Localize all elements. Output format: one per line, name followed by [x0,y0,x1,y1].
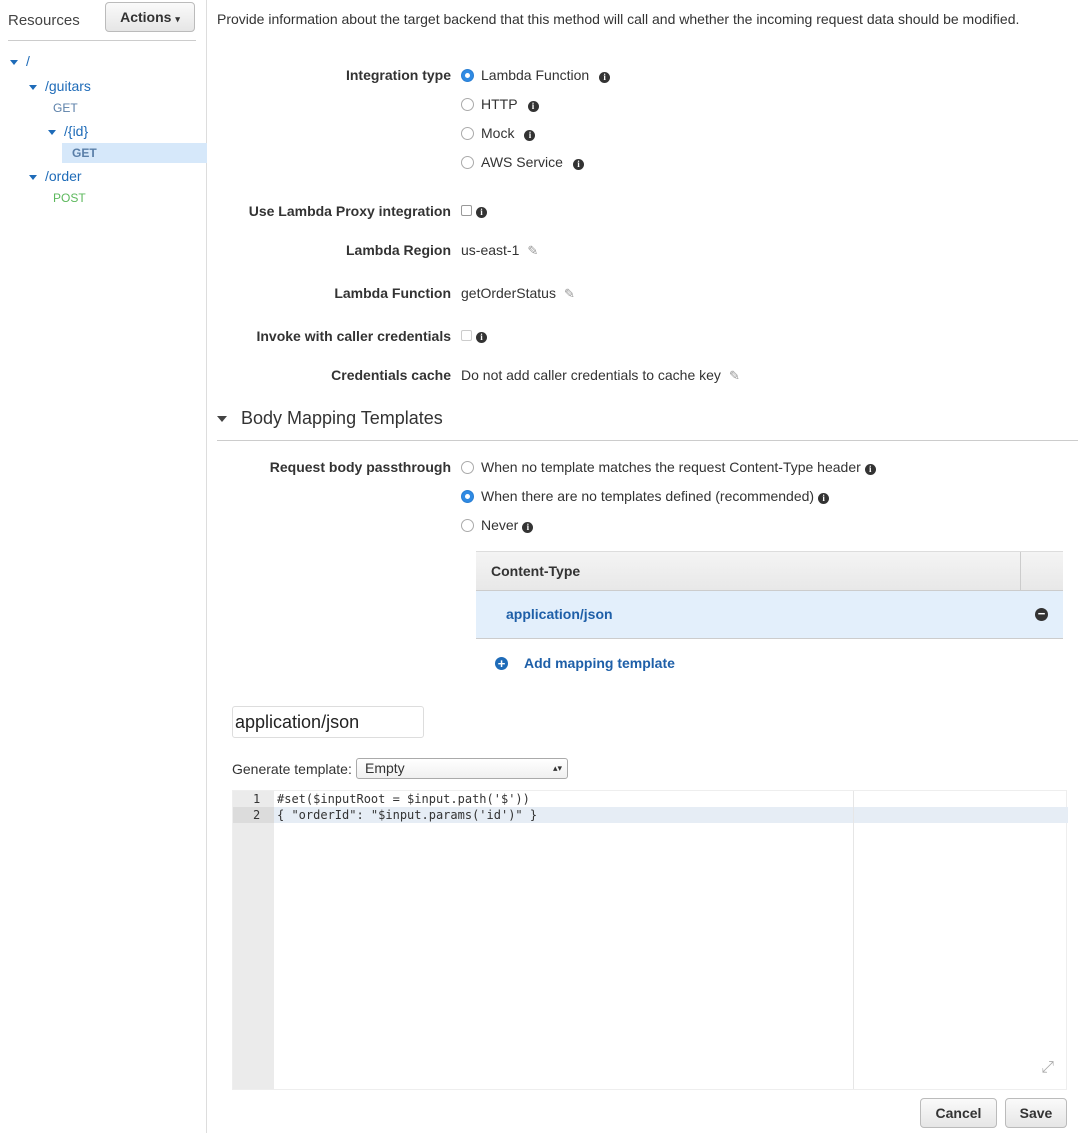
info-icon[interactable]: i [572,159,584,170]
expand-icon[interactable] [29,174,37,180]
expand-editor-icon[interactable]: ⤢ [1041,1059,1054,1077]
expand-icon[interactable] [29,84,37,90]
collapse-icon[interactable] [217,416,227,423]
creds-cache-value[interactable]: Do not add caller credentials to cache k… [461,367,740,384]
expand-icon[interactable] [48,129,56,135]
radio-icon[interactable] [461,156,474,169]
radio-selected-icon[interactable] [461,69,474,82]
info-icon[interactable]: i [522,522,534,533]
code-line: { "orderId": "$input.params('id')" } [277,808,538,822]
proxy-label: Use Lambda Proxy integration [248,203,451,219]
tree-item-guitars[interactable]: /guitars [29,78,91,94]
save-button[interactable]: Save [1005,1098,1067,1128]
proxy-checkbox[interactable]: i [461,202,487,218]
radio-mock[interactable]: Mock i [461,125,536,141]
info-icon[interactable]: i [864,464,876,475]
creds-cache-label: Credentials cache [331,367,451,383]
radio-icon[interactable] [461,127,474,140]
tree-method-get-selected[interactable]: GET [72,146,97,160]
info-icon[interactable]: i [476,332,487,343]
radio-icon[interactable] [461,519,474,532]
region-value[interactable]: us-east-1 ✎ [461,242,538,259]
actions-button[interactable]: Actions ▾ [105,2,195,32]
passthrough-label: Request body passthrough [269,459,451,475]
info-icon[interactable]: i [818,493,830,504]
divider [217,440,1078,441]
radio-passthrough-no-templates[interactable]: When there are no templates defined (rec… [461,488,830,504]
tree-item-id[interactable]: /{id} [48,123,88,139]
generate-template-label: Generate template: [232,761,352,777]
resources-title: Resources [8,12,80,29]
function-value[interactable]: getOrderStatus ✎ [461,285,575,302]
checkbox[interactable] [461,330,472,341]
pencil-icon[interactable]: ✎ [564,286,575,301]
expand-icon[interactable] [10,59,18,65]
add-mapping-template-link[interactable]: + Add mapping template [495,655,675,671]
region-label: Lambda Region [345,242,451,258]
divider [8,40,196,41]
caller-creds-checkbox[interactable]: i [461,327,487,343]
code-line: #set($inputRoot = $input.path('$')) [277,792,530,806]
pencil-icon[interactable]: ✎ [527,243,538,258]
body-mapping-header[interactable]: Body Mapping Templates [217,408,443,429]
plus-icon[interactable]: + [495,657,508,670]
function-label: Lambda Function [334,285,451,301]
radio-icon[interactable] [461,98,474,111]
radio-selected-icon[interactable] [461,490,474,503]
tree-method-get[interactable]: GET [53,101,78,115]
radio-lambda[interactable]: Lambda Function i [461,67,611,83]
table-header: Content-Type [476,551,1063,591]
info-icon[interactable]: i [476,207,487,218]
radio-http[interactable]: HTTP i [461,96,539,112]
remove-icon[interactable]: − [1035,607,1048,621]
tree-method-post[interactable]: POST [53,191,86,205]
intro-text: Provide information about the target bac… [217,11,1020,27]
integration-type-label: Integration type [345,67,451,83]
table-row[interactable]: application/json − [476,591,1063,638]
checkbox[interactable] [461,205,472,216]
radio-icon[interactable] [461,461,474,474]
info-icon[interactable]: i [524,130,536,141]
pencil-icon[interactable]: ✎ [729,368,740,383]
caller-creds-label: Invoke with caller credentials [256,328,451,344]
resources-sidebar: Resources Actions ▾ / /guitars GET /{id}… [0,0,207,1133]
radio-aws-service[interactable]: AWS Service i [461,154,584,170]
radio-passthrough-never[interactable]: Never i [461,517,534,533]
select-arrows-icon: ▴▾ [552,763,562,773]
cancel-button[interactable]: Cancel [920,1098,997,1128]
tree-item-order[interactable]: /order [29,168,82,184]
content-type-input[interactable]: application/json [232,706,424,738]
radio-passthrough-no-match[interactable]: When no template matches the request Con… [461,459,876,475]
code-editor[interactable]: 1 2 #set($inputRoot = $input.path('$')) … [232,790,1068,1090]
tree-item-root[interactable]: / [10,53,30,69]
info-icon[interactable]: i [599,72,611,83]
print-margin [853,791,854,1089]
info-icon[interactable]: i [527,101,539,112]
content-type-table: Content-Type application/json − [476,551,1063,639]
line-number: 2 [253,808,261,822]
generate-template-select[interactable]: Empty ▴▾ [356,758,568,779]
line-gutter [233,791,274,1089]
line-number: 1 [253,792,261,806]
